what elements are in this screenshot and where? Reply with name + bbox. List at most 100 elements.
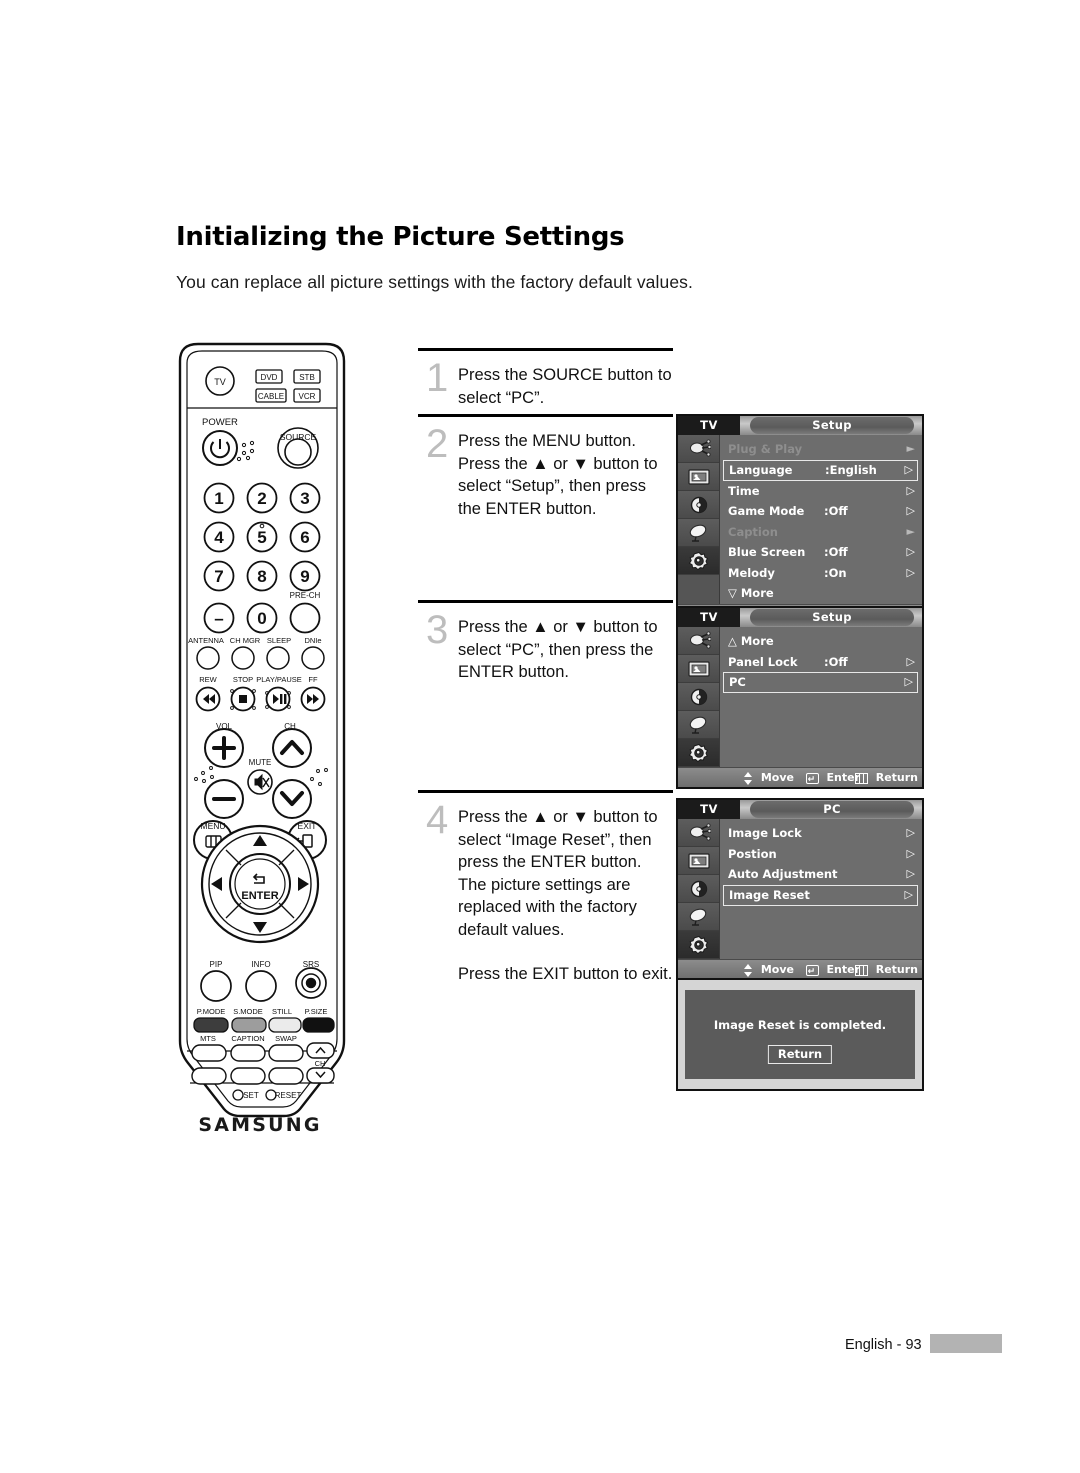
rail-item-sound[interactable] <box>678 875 719 903</box>
rail-item-sound[interactable] <box>678 683 719 711</box>
rail-item-picture[interactable] <box>678 655 719 683</box>
step-line: select “Setup”, then press <box>458 477 647 495</box>
remote-psize-button <box>302 1017 335 1033</box>
menu-row-label: Time <box>728 483 760 498</box>
remote-brand-label: SAMSUNG <box>198 1114 321 1136</box>
submenu-arrow-outline-icon: ▷ <box>906 545 915 558</box>
menu-row-more[interactable]: ▽ More <box>720 583 922 604</box>
rail-item-setup[interactable] <box>678 931 719 959</box>
svg-text:–: – <box>214 609 223 628</box>
rail-item-input-source[interactable] <box>678 819 719 847</box>
osd-source-label: TV <box>678 608 740 627</box>
remote-dnie-button <box>301 646 325 670</box>
submenu-arrow-outline-icon: ▷ <box>906 654 915 668</box>
submenu-arrow-outline-icon: ▷ <box>906 504 915 517</box>
dialog-message: Image Reset is completed. <box>713 1018 887 1032</box>
menu-row-more[interactable]: △ More <box>720 631 922 652</box>
rail-item-input-source[interactable] <box>678 435 719 463</box>
dialog-body: Image Reset is completed. Return <box>685 990 915 1079</box>
menu-row-label: Blue Screen <box>728 545 806 559</box>
hint-move: Move <box>744 768 794 787</box>
menu-row-label: Language <box>729 462 793 477</box>
menu-row[interactable]: Blue Screen :Off ▷ <box>720 542 922 563</box>
svg-text:0: 0 <box>257 609 266 628</box>
menu-row[interactable]: Panel Lock :Off ▷ <box>720 652 922 673</box>
osd-item-list: △ More Panel Lock :Off ▷ PC ▷ <box>720 627 922 767</box>
dialog-return-button[interactable]: Return <box>767 1045 833 1064</box>
svg-text:5: 5 <box>257 528 266 547</box>
rail-item-picture[interactable] <box>678 463 719 491</box>
menu-row-selected[interactable]: Image Reset ▷ <box>723 884 918 906</box>
submenu-arrow-outline-icon: ▷ <box>906 826 915 839</box>
step-body: Press the SOURCE button to select “PC”. <box>458 364 686 409</box>
sound-icon <box>690 880 707 897</box>
osd-titlebar: TV Setup <box>678 416 922 435</box>
step-divider <box>418 414 673 417</box>
remote-blank-button-1 <box>191 1067 227 1085</box>
menu-row[interactable]: Time ▷ <box>720 481 922 502</box>
rail-item-channel[interactable] <box>678 711 719 739</box>
remote-psize-label: P.SIZE <box>305 1007 328 1016</box>
menu-row-selected[interactable]: PC ▷ <box>723 672 918 693</box>
osd-hintbar: Move Enter Return <box>678 959 922 979</box>
remote-dnie-label: DNIe <box>304 636 321 645</box>
menu-row[interactable]: Plug & Play ► <box>720 439 922 460</box>
rail-item-input-source[interactable] <box>678 627 719 655</box>
step-line: select “PC”, then press the <box>458 640 654 659</box>
osd-source-label: TV <box>678 800 740 819</box>
menu-row[interactable]: Game Mode :Off ▷ <box>720 501 922 522</box>
remote-prech-label: PRE-CH <box>290 591 321 600</box>
svg-text:STB: STB <box>299 373 315 382</box>
remote-caption-label: CAPTION <box>231 1034 264 1043</box>
menu-row[interactable]: Caption ► <box>720 522 922 543</box>
remote-chmgr-label: CH MGR <box>230 636 261 645</box>
menu-row[interactable]: Image Lock ▷ <box>720 823 922 844</box>
svg-text:CABLE: CABLE <box>258 392 284 401</box>
remote-playpause-label: PLAY/PAUSE <box>256 675 302 684</box>
remote-info-label: INFO <box>251 960 270 969</box>
menu-row[interactable]: Melody :On ▷ <box>720 563 922 584</box>
remote-set-label: SET <box>243 1091 259 1100</box>
osd-source-label: TV <box>678 416 740 435</box>
rail-item-picture[interactable] <box>678 847 719 875</box>
menu-row-label: Panel Lock <box>728 654 798 669</box>
hint-return: Return <box>854 960 918 979</box>
rail-item-setup[interactable] <box>678 547 719 575</box>
channel-dish-icon <box>689 716 706 734</box>
step-line: The picture settings are <box>458 875 631 894</box>
picture-icon <box>687 468 710 485</box>
footer-accent-bar <box>930 1334 1002 1353</box>
step-line: press the ENTER button. <box>458 853 642 871</box>
sound-icon <box>690 688 707 705</box>
submenu-arrow-outline-icon: ▷ <box>904 887 913 901</box>
remote-control-illustration: TV DVD STB CABLE VCR POWER SOURCE 1 2 3 … <box>176 341 348 1184</box>
remote-mts-label: MTS <box>200 1034 216 1043</box>
menu-row[interactable]: Postion ▷ <box>720 844 922 865</box>
osd-icon-rail <box>678 435 720 604</box>
submenu-arrow-outline-icon: ▷ <box>906 846 915 860</box>
remote-caption-button <box>230 1044 266 1062</box>
remote-stop-label: STOP <box>233 675 253 684</box>
menu-row-label: Postion <box>728 846 777 861</box>
menu-row[interactable]: Auto Adjustment ▷ <box>720 864 922 885</box>
remote-chmgr-button <box>231 646 255 670</box>
step-line: replaced with the factory <box>458 898 637 916</box>
rail-item-sound[interactable] <box>678 491 719 519</box>
rail-item-channel[interactable] <box>678 903 719 931</box>
submenu-arrow-outline-icon: ▷ <box>904 675 913 688</box>
hint-move-label: Move <box>760 963 794 976</box>
osd-setup-page-1: TV Setup Plug & Play ► Language:English… <box>676 414 924 626</box>
enter-key-icon <box>805 962 819 979</box>
rail-item-setup[interactable] <box>678 739 719 767</box>
svg-text:DVD: DVD <box>261 373 278 382</box>
footer-page-label: English - 93 <box>845 1337 922 1353</box>
remote-menu-label: MENU <box>200 821 225 831</box>
svg-text:3: 3 <box>300 489 309 508</box>
menu-row-label: ▽ More <box>728 586 774 600</box>
menu-row-selected[interactable]: Language :English ▷ <box>723 459 918 481</box>
svg-text:2: 2 <box>257 489 266 508</box>
picture-icon <box>687 660 710 677</box>
remote-still-button <box>268 1017 302 1033</box>
rail-item-channel[interactable] <box>678 519 719 547</box>
setup-gear-icon <box>688 935 708 954</box>
